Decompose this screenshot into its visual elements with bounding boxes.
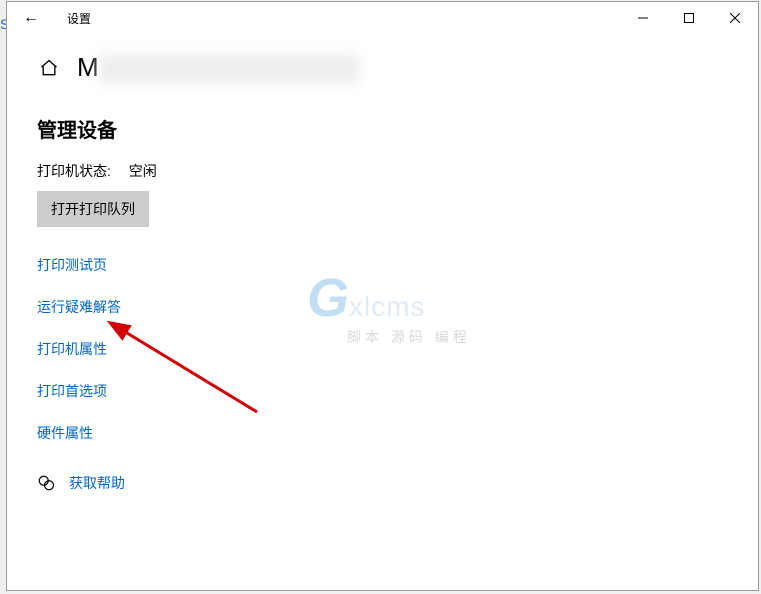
content-area: 管理设备 打印机状态: 空闲 打开打印队列 打印测试页 运行疑难解答 打印机属性… bbox=[7, 94, 758, 513]
settings-window: ← 设置 M 管理设备 打印机状态: 空闲 打开打印队列 打印测试页 bbox=[6, 1, 759, 591]
minimize-button[interactable] bbox=[620, 2, 666, 34]
print-test-page-link[interactable]: 打印测试页 bbox=[37, 255, 107, 275]
printer-properties-link[interactable]: 打印机属性 bbox=[37, 339, 107, 359]
window-title: 设置 bbox=[67, 10, 91, 27]
device-name-prefix: M bbox=[77, 52, 99, 82]
minimize-icon bbox=[638, 13, 648, 23]
section-title: 管理设备 bbox=[37, 114, 728, 143]
home-icon[interactable] bbox=[39, 58, 59, 78]
back-arrow-icon[interactable]: ← bbox=[23, 9, 47, 27]
printer-status: 打印机状态: 空闲 bbox=[37, 161, 728, 181]
maximize-button[interactable] bbox=[666, 2, 712, 34]
status-label: 打印机状态: bbox=[37, 163, 111, 179]
header-row: M bbox=[7, 34, 758, 94]
device-name: M bbox=[77, 52, 359, 84]
redacted-name bbox=[99, 54, 359, 84]
open-print-queue-button[interactable]: 打开打印队列 bbox=[37, 191, 149, 227]
get-help-row: 获取帮助 bbox=[37, 473, 728, 493]
get-help-link[interactable]: 获取帮助 bbox=[69, 473, 125, 493]
help-icon bbox=[37, 474, 55, 492]
printing-preferences-link[interactable]: 打印首选项 bbox=[37, 381, 107, 401]
status-value: 空闲 bbox=[129, 163, 157, 179]
titlebar: ← 设置 bbox=[7, 2, 758, 34]
close-button[interactable] bbox=[712, 2, 758, 34]
close-icon bbox=[730, 13, 740, 23]
maximize-icon bbox=[684, 13, 694, 23]
run-troubleshooter-link[interactable]: 运行疑难解答 bbox=[37, 297, 121, 317]
hardware-properties-link[interactable]: 硬件属性 bbox=[37, 423, 93, 443]
window-controls bbox=[620, 2, 758, 34]
